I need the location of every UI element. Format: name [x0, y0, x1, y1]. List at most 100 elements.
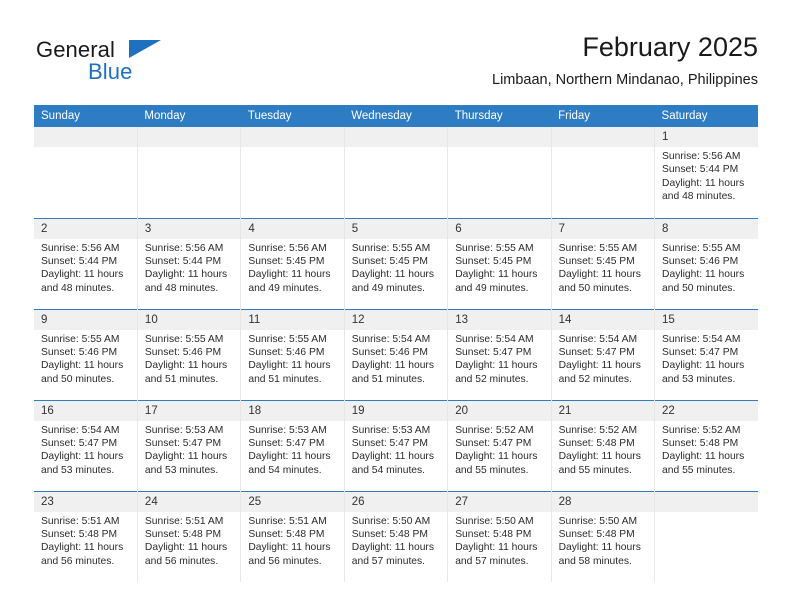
calendar-week-row: 1 Sunrise: 5:56 AM Sunset: 5:44 PM Daylight…	[34, 127, 758, 218]
day-number: 9	[34, 309, 137, 330]
day-number: 16	[34, 400, 137, 421]
sunrise-text: Sunrise: 5:55 AM	[248, 333, 327, 345]
general-blue-logo[interactable]: General Blue	[34, 37, 244, 93]
daylight-text-line2: and 51 minutes.	[144, 373, 219, 385]
day-number: 14	[551, 309, 655, 330]
day-sun-info: Sunrise: 5:55 AM Sunset: 5:46 PM Daylight:…	[138, 330, 240, 387]
day-sun-info: Sunrise: 5:52 AM Sunset: 5:47 PM Daylight:…	[448, 421, 550, 478]
day-number: 6	[448, 218, 551, 239]
daylight-text-line1: Daylight: 11 hours	[351, 360, 434, 372]
sunset-text: Sunset: 5:45 PM	[351, 255, 428, 267]
daylight-text-line1: Daylight: 11 hours	[144, 269, 228, 281]
day-number: 23	[34, 491, 137, 512]
calendar-table: Sunday Monday Tuesday Wednesday Thursday Frid…	[34, 105, 758, 582]
sunset-text: Sunset: 5:46 PM	[144, 346, 222, 358]
daylight-text-line1: Daylight: 11 hours	[558, 451, 641, 463]
calendar-day-cell[interactable]: 16 Sunrise: 5:54 AM Sunset: 5:47 PM Dayligh…	[34, 399, 138, 491]
page-header: General Blue February 2025 Limbaan, Nort…	[34, 30, 758, 100]
calendar-day-cell[interactable]: 14 Sunrise: 5:54 AM Sunset: 5:47 PM Dayligh…	[551, 308, 656, 400]
calendar-week-row: 9 Sunrise: 5:55 AM Sunset: 5:46 PM Daylight…	[34, 308, 758, 400]
daylight-text-line2: and 53 minutes.	[662, 373, 736, 385]
calendar-day-cell[interactable]: 6 Sunrise: 5:55 AM Sunset: 5:45 PM Daylight…	[447, 217, 552, 309]
calendar-day-cell[interactable]: 15 Sunrise: 5:54 AM Sunset: 5:47 PM Dayligh…	[654, 308, 758, 400]
sunset-text: Sunset: 5:48 PM	[41, 528, 118, 540]
calendar-cell-empty	[34, 127, 138, 218]
sunset-text: Sunset: 5:45 PM	[455, 255, 532, 267]
calendar-day-cell[interactable]: 9 Sunrise: 5:55 AM Sunset: 5:46 PM Daylight…	[34, 308, 138, 400]
calendar-day-cell[interactable]: 24 Sunrise: 5:51 AM Sunset: 5:48 PM Dayligh…	[137, 490, 242, 582]
daylight-text-line2: and 48 minutes.	[144, 282, 219, 294]
calendar-day-cell[interactable]: 25 Sunrise: 5:51 AM Sunset: 5:48 PM Dayligh…	[240, 490, 345, 582]
day-number: 5	[344, 218, 448, 239]
sunrise-text: Sunrise: 5:53 AM	[248, 424, 327, 436]
day-number: 13	[448, 309, 551, 330]
sunset-text: Sunset: 5:47 PM	[351, 437, 428, 449]
calendar-day-cell[interactable]: 28 Sunrise: 5:50 AM Sunset: 5:48 PM Dayligh…	[551, 490, 656, 582]
day-sun-info: Sunrise: 5:54 AM Sunset: 5:47 PM Daylight:…	[552, 330, 654, 387]
day-sun-info: Sunrise: 5:53 AM Sunset: 5:47 PM Daylight:…	[345, 421, 447, 478]
calendar-day-cell[interactable]: 13 Sunrise: 5:54 AM Sunset: 5:47 PM Dayligh…	[447, 308, 552, 400]
calendar-day-cell[interactable]: 26 Sunrise: 5:50 AM Sunset: 5:48 PM Dayligh…	[344, 490, 449, 582]
calendar-day-cell[interactable]: 22 Sunrise: 5:52 AM Sunset: 5:48 PM Dayligh…	[654, 399, 758, 491]
sunrise-text: Sunrise: 5:54 AM	[558, 333, 638, 345]
sunset-text: Sunset: 5:48 PM	[351, 528, 428, 540]
daylight-text-line1: Daylight: 11 hours	[662, 269, 745, 281]
day-number: 27	[448, 491, 551, 512]
day-number	[34, 127, 137, 147]
daylight-text-line2: and 52 minutes.	[455, 373, 529, 385]
day-sun-info: Sunrise: 5:51 AM Sunset: 5:48 PM Daylight:…	[138, 512, 240, 569]
daylight-text-line2: and 49 minutes.	[351, 282, 426, 294]
daylight-text-line1: Daylight: 11 hours	[455, 269, 538, 281]
sunset-text: Sunset: 5:46 PM	[248, 346, 325, 358]
calendar-day-cell[interactable]: 1 Sunrise: 5:56 AM Sunset: 5:44 PM Daylight…	[654, 127, 758, 218]
day-number: 18	[241, 400, 344, 421]
calendar-day-cell[interactable]: 27 Sunrise: 5:50 AM Sunset: 5:48 PM Dayligh…	[447, 490, 552, 582]
sunrise-text: Sunrise: 5:50 AM	[351, 515, 431, 527]
weekday-header-saturday: Saturday	[654, 105, 758, 127]
day-number: 10	[137, 309, 241, 330]
daylight-text-line1: Daylight: 11 hours	[455, 542, 538, 554]
calendar-day-cell[interactable]: 19 Sunrise: 5:53 AM Sunset: 5:47 PM Dayligh…	[344, 399, 449, 491]
calendar-day-cell[interactable]: 8 Sunrise: 5:55 AM Sunset: 5:46 PM Daylight…	[654, 217, 758, 309]
calendar-day-cell[interactable]: 20 Sunrise: 5:52 AM Sunset: 5:47 PM Dayligh…	[447, 399, 552, 491]
sunrise-text: Sunrise: 5:54 AM	[41, 424, 120, 436]
calendar-cell-empty	[137, 127, 242, 218]
day-sun-info: Sunrise: 5:56 AM Sunset: 5:44 PM Daylight:…	[34, 239, 137, 296]
day-sun-info: Sunrise: 5:54 AM Sunset: 5:47 PM Daylight:…	[655, 330, 758, 387]
day-sun-info: Sunrise: 5:51 AM Sunset: 5:48 PM Daylight:…	[241, 512, 343, 569]
calendar-day-cell[interactable]: 23 Sunrise: 5:51 AM Sunset: 5:48 PM Dayligh…	[34, 490, 138, 582]
calendar-day-cell[interactable]: 18 Sunrise: 5:53 AM Sunset: 5:47 PM Dayligh…	[240, 399, 345, 491]
calendar-day-cell[interactable]: 11 Sunrise: 5:55 AM Sunset: 5:46 PM Dayligh…	[240, 308, 345, 400]
sunrise-text: Sunrise: 5:55 AM	[41, 333, 120, 345]
calendar-day-cell[interactable]: 3 Sunrise: 5:56 AM Sunset: 5:44 PM Daylight…	[137, 217, 242, 309]
calendar-day-cell[interactable]: 12 Sunrise: 5:54 AM Sunset: 5:46 PM Dayligh…	[344, 308, 449, 400]
calendar-day-cell[interactable]: 7 Sunrise: 5:55 AM Sunset: 5:45 PM Daylight…	[551, 217, 656, 309]
calendar-day-cell[interactable]: 10 Sunrise: 5:55 AM Sunset: 5:46 PM Dayligh…	[137, 308, 242, 400]
daylight-text-line1: Daylight: 11 hours	[248, 360, 331, 372]
sunrise-text: Sunrise: 5:51 AM	[248, 515, 327, 527]
calendar-day-cell[interactable]: 21 Sunrise: 5:52 AM Sunset: 5:48 PM Dayligh…	[551, 399, 656, 491]
daylight-text-line2: and 49 minutes.	[248, 282, 322, 294]
sunrise-text: Sunrise: 5:55 AM	[144, 333, 224, 345]
day-sun-info: Sunrise: 5:54 AM Sunset: 5:47 PM Daylight:…	[34, 421, 137, 478]
sunrise-text: Sunrise: 5:53 AM	[351, 424, 431, 436]
calendar-cell-empty	[447, 127, 552, 218]
day-sun-info: Sunrise: 5:55 AM Sunset: 5:46 PM Daylight:…	[655, 239, 758, 296]
daylight-text-line1: Daylight: 11 hours	[41, 360, 124, 372]
sunset-text: Sunset: 5:44 PM	[662, 164, 739, 176]
sunrise-text: Sunrise: 5:51 AM	[144, 515, 224, 527]
sunset-text: Sunset: 5:48 PM	[248, 528, 325, 540]
day-number: 26	[344, 491, 448, 512]
calendar-day-cell[interactable]: 4 Sunrise: 5:56 AM Sunset: 5:45 PM Daylight…	[240, 217, 345, 309]
daylight-text-line2: and 53 minutes.	[41, 464, 115, 476]
daylight-text-line1: Daylight: 11 hours	[351, 269, 434, 281]
calendar-day-cell[interactable]: 2 Sunrise: 5:56 AM Sunset: 5:44 PM Daylight…	[34, 217, 138, 309]
daylight-text-line2: and 50 minutes.	[41, 373, 115, 385]
daylight-text-line1: Daylight: 11 hours	[662, 360, 745, 372]
daylight-text-line1: Daylight: 11 hours	[248, 269, 331, 281]
day-number: 15	[655, 309, 758, 330]
daylight-text-line2: and 48 minutes.	[662, 191, 736, 203]
calendar-day-cell[interactable]: 5 Sunrise: 5:55 AM Sunset: 5:45 PM Daylight…	[344, 217, 449, 309]
daylight-text-line2: and 51 minutes.	[351, 373, 426, 385]
calendar-day-cell[interactable]: 17 Sunrise: 5:53 AM Sunset: 5:47 PM Dayligh…	[137, 399, 242, 491]
